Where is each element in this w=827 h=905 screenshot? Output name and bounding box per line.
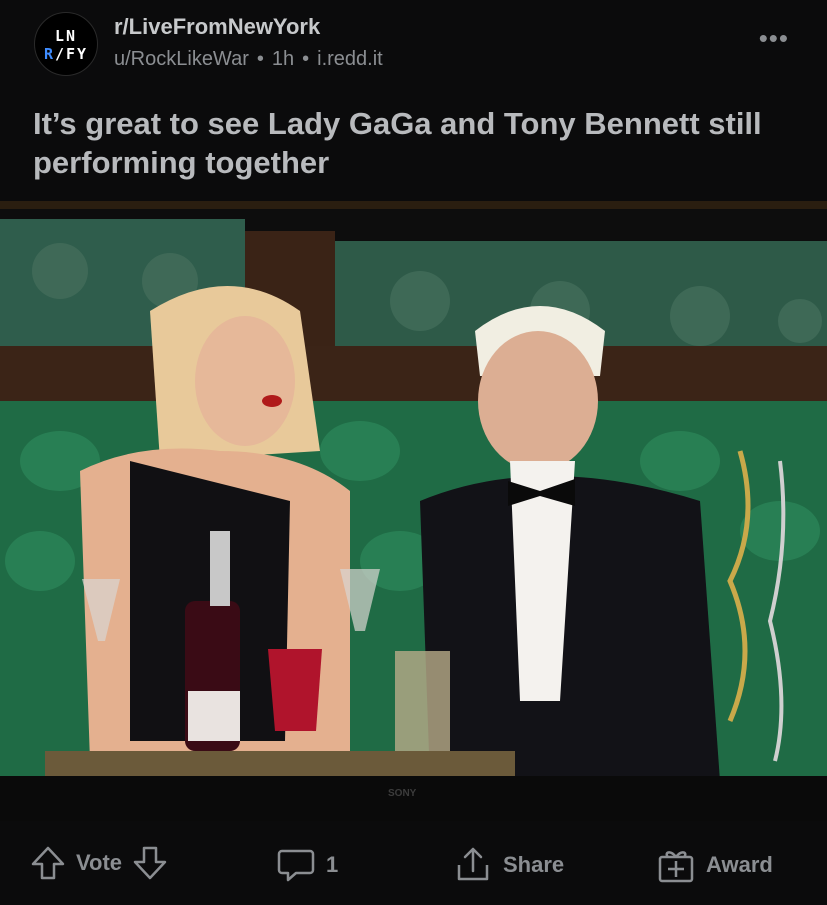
- subreddit-avatar[interactable]: LN R/FY: [34, 12, 98, 76]
- upvote-arrow-icon[interactable]: [30, 845, 66, 881]
- photo-illustration: SONY: [0, 201, 827, 821]
- post-action-bar: Vote 1 Share Award: [0, 821, 827, 905]
- glass-jar: [395, 651, 450, 756]
- avatar-line-2: R/FY: [43, 45, 89, 63]
- downvote-arrow-icon[interactable]: [132, 845, 168, 881]
- separator-dot: •: [302, 48, 310, 70]
- author-link[interactable]: u/RockLikeWar: [114, 48, 249, 71]
- woman-face: [195, 316, 295, 446]
- gift-box-icon: [658, 851, 694, 883]
- post-image[interactable]: SONY: [0, 201, 827, 821]
- bottle-label: [188, 691, 240, 741]
- vote-control: Vote: [30, 845, 168, 881]
- share-icon: [457, 847, 489, 881]
- separator-dot: •: [256, 48, 264, 70]
- table-surface: [45, 751, 515, 776]
- avatar-line-1: LN: [54, 27, 78, 45]
- red-glass: [268, 649, 322, 731]
- award-label: Award: [706, 852, 773, 877]
- tv-brand-logo: SONY: [388, 788, 417, 799]
- comment-bubble-icon: [277, 849, 315, 882]
- post-domain[interactable]: i.redd.it: [317, 48, 383, 71]
- bottle-neck: [210, 531, 230, 606]
- subreddit-name[interactable]: r/LiveFromNewYork: [114, 14, 320, 40]
- share-button[interactable]: Share: [453, 845, 564, 885]
- comments-button[interactable]: 1: [276, 845, 338, 885]
- post-header: LN R/FY r/LiveFromNewYork u/RockLikeWar …: [0, 0, 827, 200]
- share-label: Share: [503, 852, 565, 877]
- avatar-line-2-accent: R: [43, 45, 55, 63]
- vote-label: Vote: [76, 850, 123, 875]
- comments-count: 1: [326, 852, 339, 877]
- award-button[interactable]: Award: [656, 845, 773, 885]
- avatar-line-2-text: FY: [66, 45, 89, 63]
- woman-lips: [262, 395, 282, 407]
- man-face: [478, 331, 598, 471]
- post-meta: u/RockLikeWar • 1h • i.redd.it: [114, 48, 383, 71]
- post-title[interactable]: It’s great to see Lady GaGa and Tony Ben…: [33, 104, 793, 182]
- wood-rail: [0, 346, 827, 401]
- post-age: 1h: [271, 48, 295, 70]
- more-options-button[interactable]: •••: [759, 25, 789, 51]
